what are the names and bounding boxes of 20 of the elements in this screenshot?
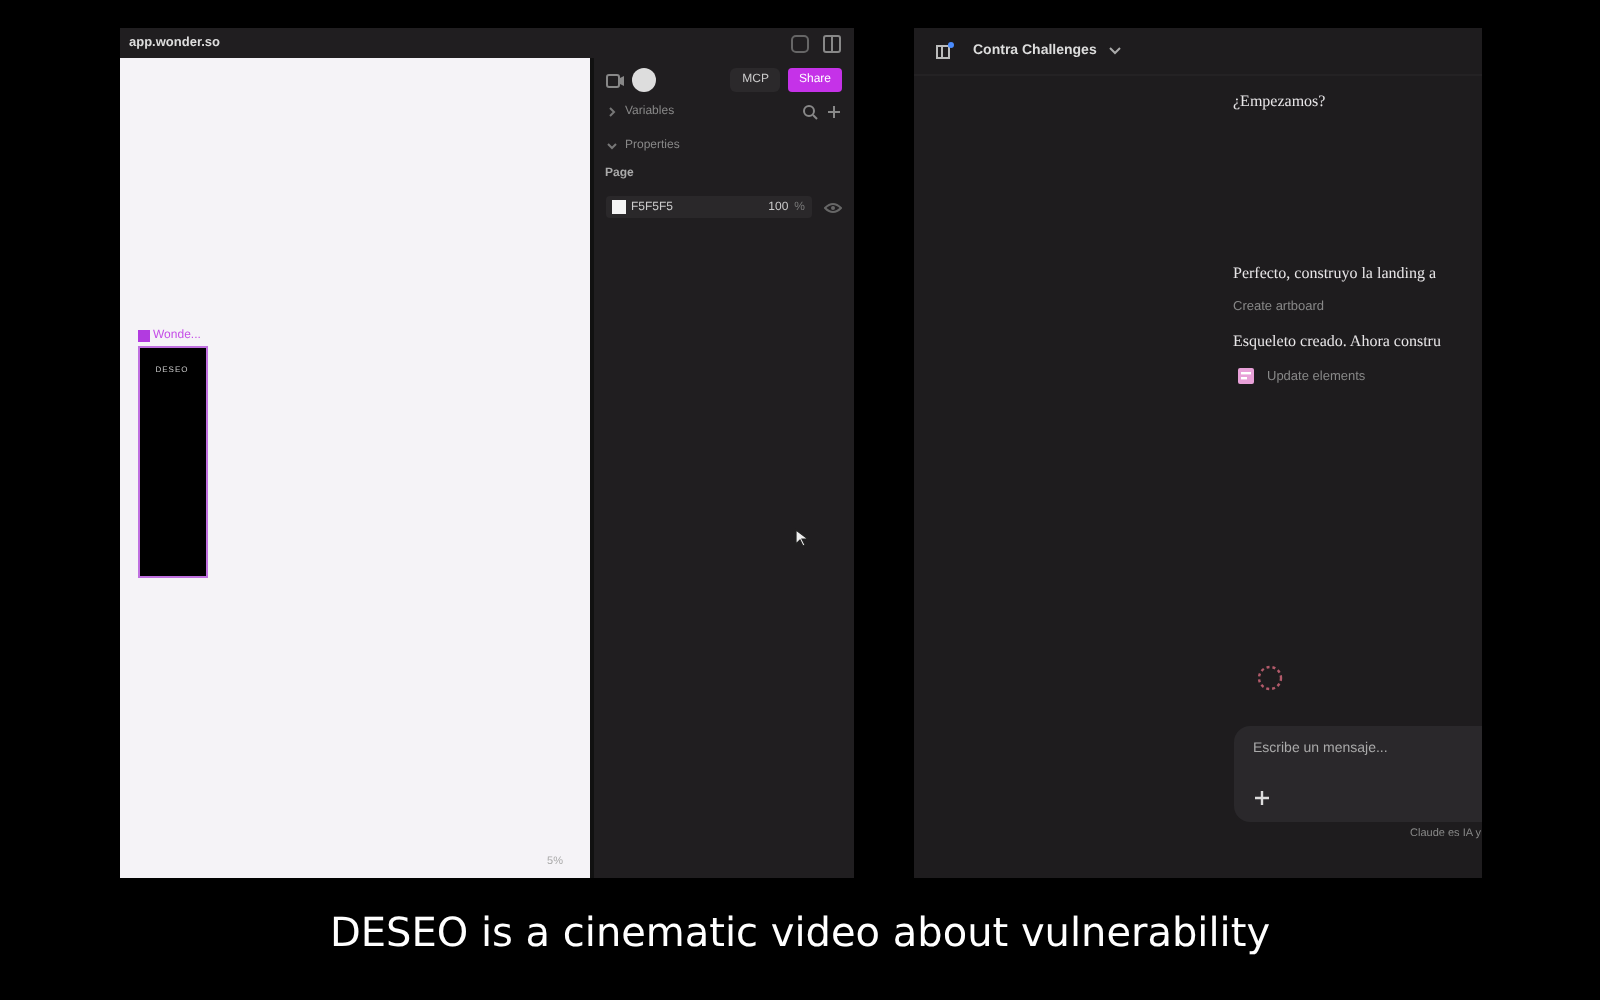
search-icon[interactable] bbox=[801, 103, 817, 119]
chat-message: ¿Empezamos? bbox=[1233, 92, 1328, 110]
eye-icon[interactable] bbox=[823, 201, 841, 213]
sidebar-icon[interactable] bbox=[821, 33, 841, 53]
subtitle-caption: DESEO is a cinematic video about vulnerability bbox=[329, 908, 1271, 956]
sidebar-toggle-icon[interactable] bbox=[935, 42, 953, 60]
chat-message: Perfecto, construyo la landing a bbox=[1233, 264, 1439, 282]
frame-icon bbox=[137, 330, 149, 342]
plus-icon[interactable] bbox=[825, 103, 841, 119]
camera-icon[interactable] bbox=[605, 73, 623, 87]
avatar-icon[interactable] bbox=[631, 68, 655, 92]
color-swatch[interactable] bbox=[611, 200, 625, 214]
chevron-right-icon[interactable] bbox=[605, 105, 617, 117]
square-icon[interactable] bbox=[789, 33, 809, 53]
cursor-icon bbox=[793, 528, 809, 548]
chevron-down-icon[interactable] bbox=[605, 139, 617, 151]
loading-spinner-icon bbox=[1255, 664, 1283, 692]
chevron-down-icon[interactable] bbox=[1108, 46, 1123, 56]
chat-message: Esqueleto creado. Ahora constru bbox=[1233, 332, 1443, 350]
artboard-icon bbox=[1237, 368, 1253, 384]
